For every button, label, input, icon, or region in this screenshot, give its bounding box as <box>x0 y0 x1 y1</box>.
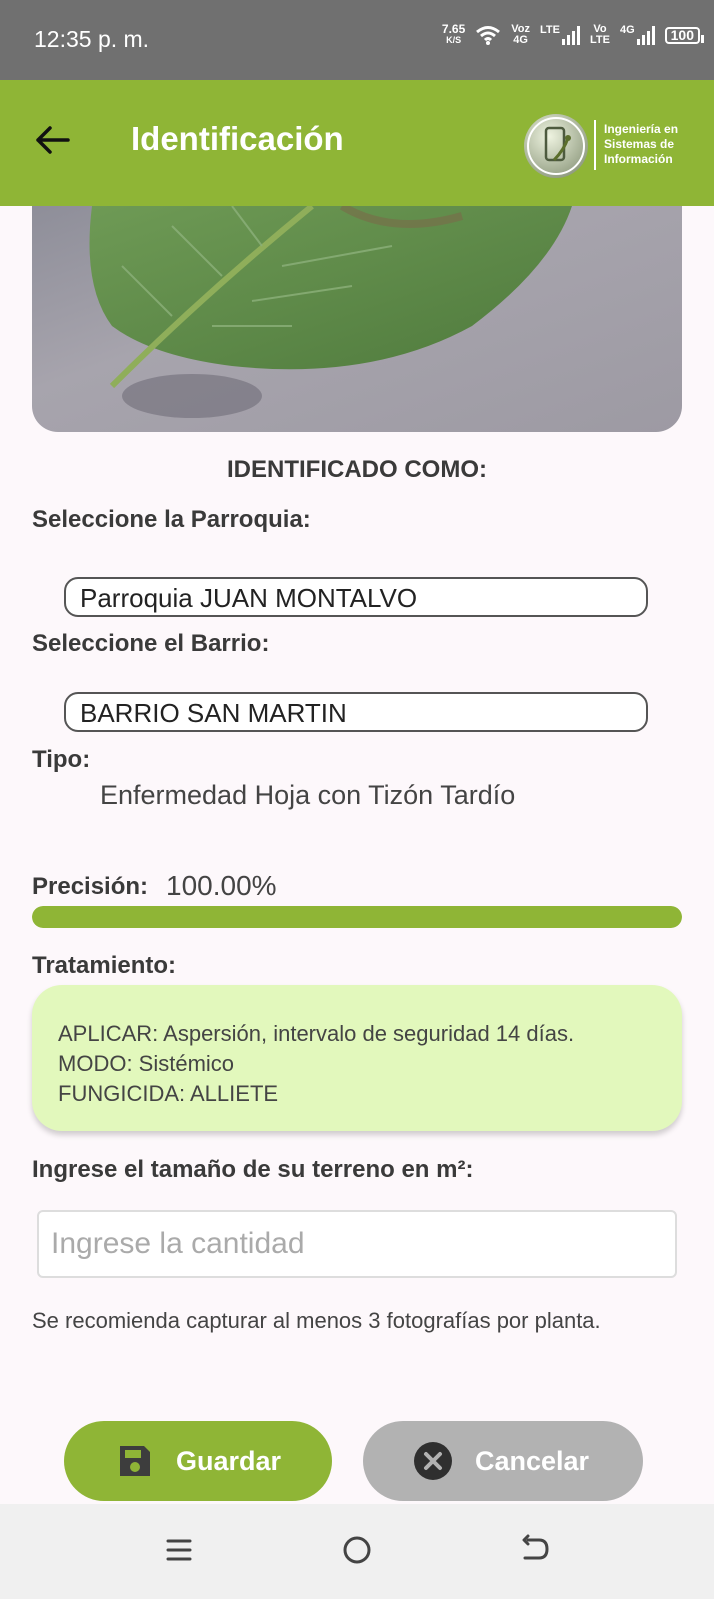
status-icons: 7.65 K/S Voz 4G LTE Vo LTE 4G 100 <box>441 22 705 46</box>
network-speed-value: 7.65 <box>441 22 466 36</box>
treatment-line: FUNGICIDA: ALLIETE <box>58 1081 279 1106</box>
nav-home-button[interactable] <box>337 1530 377 1570</box>
barrio-label: Seleccione el Barrio: <box>32 630 270 657</box>
vo-bottom: LTE <box>589 34 610 46</box>
status-bar: 12:35 p. m. 7.65 K/S Voz 4G LTE Vo LTE 4… <box>0 0 714 80</box>
signal-icon <box>636 25 655 45</box>
status-time: 12:35 p. m. <box>34 26 150 52</box>
logo-text: Ingeniería en Sistemas de Información <box>604 122 696 167</box>
menu-icon <box>166 1539 192 1561</box>
back-button[interactable] <box>32 120 82 164</box>
lte-signal: LTE <box>540 25 580 45</box>
tipo-value: Enfermedad Hoja con Tizón Tardío <box>100 780 516 810</box>
tratamiento-label: Tratamiento: <box>32 952 177 979</box>
nav-menu-button[interactable] <box>159 1530 199 1570</box>
terrain-size-input[interactable] <box>37 1210 677 1278</box>
save-button-label: Guardar <box>176 1445 282 1476</box>
network-speed: 7.65 K/S <box>441 22 466 46</box>
battery-icon: 100 <box>664 26 705 44</box>
precision-progress-bar <box>32 906 682 928</box>
terrain-size-label: Ingrese el tamaño de su terreno en m²: <box>32 1156 474 1183</box>
precision-progress-fill <box>32 906 682 928</box>
lte-label: LTE <box>540 24 560 36</box>
close-circle-icon <box>413 1441 453 1481</box>
net-label: 4G <box>619 24 635 36</box>
nav-back-button[interactable] <box>515 1530 555 1570</box>
parroquia-label: Seleccione la Parroquia: <box>32 506 311 533</box>
precision-value: 100.00% <box>166 870 277 901</box>
system-nav-bar <box>0 1504 714 1599</box>
back-icon <box>522 1534 549 1560</box>
voz-bottom: 4G <box>513 34 528 46</box>
barrio-select[interactable]: BARRIO SAN MARTIN <box>64 692 648 732</box>
treatment-line: MODO: Sistémico <box>58 1051 235 1076</box>
network-speed-unit: K/S <box>446 35 462 45</box>
home-icon <box>343 1536 371 1564</box>
photo-hint-text: Se recomienda capturar al menos 3 fotogr… <box>32 1308 601 1333</box>
cancel-button[interactable]: Cancelar <box>363 1421 643 1501</box>
logo-emblem-icon <box>524 114 588 178</box>
parroquia-select[interactable]: Parroquia JUAN MONTALVO <box>64 577 648 617</box>
tipo-label: Tipo: <box>32 746 91 773</box>
captured-leaf-image <box>32 206 682 432</box>
university-logo: Ingeniería en Sistemas de Información <box>524 114 694 178</box>
arrow-left-icon <box>36 126 70 154</box>
voz-4g: Voz 4G <box>511 24 530 46</box>
save-button[interactable]: Guardar <box>64 1421 332 1501</box>
signal-icon <box>561 25 580 45</box>
logo-line-2: Sistemas de <box>604 137 675 151</box>
identified-as-heading: IDENTIFICADO COMO: <box>227 456 487 483</box>
battery-level: 100 <box>670 26 694 43</box>
treatment-card: APLICAR: Aspersión, intervalo de segurid… <box>32 985 682 1131</box>
save-icon <box>116 1442 154 1480</box>
logo-divider <box>594 120 596 170</box>
precision-label: Precisión: <box>32 873 149 900</box>
logo-line-1: Ingeniería en <box>604 122 679 136</box>
wifi-icon <box>476 26 501 45</box>
4g-signal: 4G <box>620 25 655 45</box>
logo-line-3: Información <box>604 152 673 166</box>
page-title: Identificación <box>131 120 344 157</box>
cancel-button-label: Cancelar <box>475 1445 590 1476</box>
treatment-line: APLICAR: Aspersión, intervalo de segurid… <box>58 1021 575 1046</box>
vo-lte: Vo LTE <box>590 24 610 46</box>
app-bar: Identificación Ingeniería en Sistemas de… <box>0 80 714 206</box>
